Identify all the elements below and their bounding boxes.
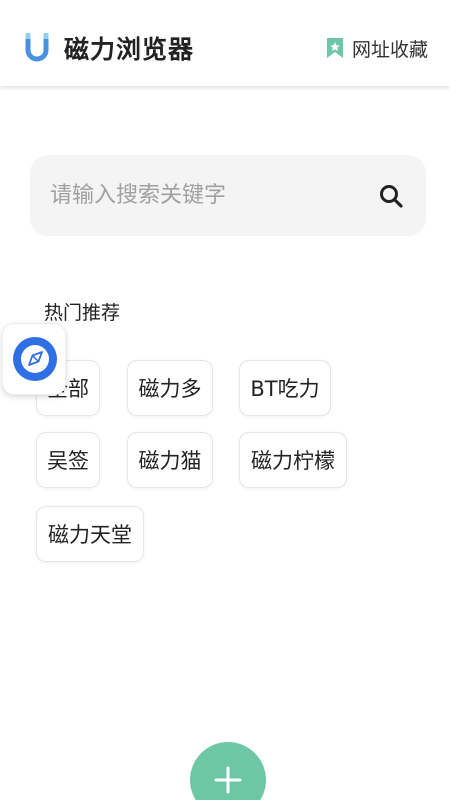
bookmarks-label: 网址收藏: [351, 38, 428, 61]
hot-item[interactable]: BT吃力: [239, 360, 331, 416]
floating-compass-button[interactable]: [2, 323, 66, 395]
bookmarks-button[interactable]: 网址收藏: [326, 34, 428, 62]
search-icon[interactable]: [378, 183, 404, 209]
hot-item[interactable]: 磁力柠檬: [239, 432, 347, 488]
app-title: 磁力浏览器: [64, 35, 195, 64]
app-header: 磁力浏览器 网址收藏: [0, 0, 450, 86]
search-input[interactable]: [50, 155, 370, 236]
add-button[interactable]: [190, 742, 266, 800]
hot-item[interactable]: 磁力多: [127, 360, 213, 416]
plus-icon: [214, 766, 242, 794]
app-screen: 磁力浏览器 网址收藏 热门推荐 全部 磁力多 BT吃力 吴签 磁力猫 磁力柠檬 …: [0, 0, 450, 800]
hot-item[interactable]: 磁力猫: [127, 432, 213, 488]
hot-item[interactable]: 吴签: [36, 432, 100, 488]
bookmark-icon: [326, 38, 343, 58]
magnet-icon: [25, 33, 49, 62]
hot-item[interactable]: 磁力天堂: [36, 506, 144, 562]
search-bar: [30, 155, 426, 236]
compass-icon: [13, 337, 57, 381]
hot-section-title: 热门推荐: [44, 302, 121, 324]
